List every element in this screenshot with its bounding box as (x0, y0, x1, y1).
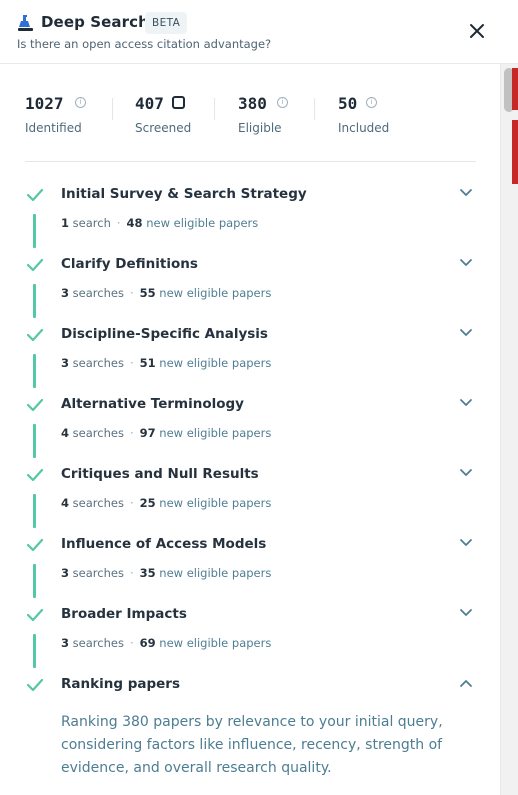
step-title: Broader Impacts (61, 606, 187, 622)
stat-label: Eligible (238, 121, 282, 135)
step-summary: 1 search · 48 new eligible papers (61, 216, 259, 230)
step-summary: 4 searches · 25 new eligible papers (61, 496, 272, 510)
deep-search-logo-icon (18, 15, 33, 31)
step-alternative-terminology[interactable]: Alternative Terminology 4 searches · 97 ne… (0, 396, 500, 468)
step-title: Clarify Definitions (61, 256, 198, 272)
check-icon (26, 538, 44, 552)
scroll-marker (512, 68, 518, 110)
check-icon (26, 468, 44, 482)
step-title: Alternative Terminology (61, 396, 244, 412)
chevron-down-icon[interactable] (459, 188, 473, 198)
stat-divider (314, 98, 315, 120)
stat-value: 380 (238, 94, 267, 113)
step-title: Critiques and Null Results (61, 466, 259, 482)
step-summary: 4 searches · 97 new eligible papers (61, 426, 272, 440)
progress-connector (33, 424, 36, 458)
step-title: Discipline-Specific Analysis (61, 326, 268, 342)
stat-divider (214, 98, 215, 120)
step-ranking-papers[interactable]: Ranking papers (0, 676, 500, 708)
step-initial-survey[interactable]: Initial Survey & Search Strategy 1 searc… (0, 186, 500, 258)
step-summary: 3 searches · 55 new eligible papers (61, 286, 272, 300)
progress-connector (33, 354, 36, 388)
stat-value: 1027 (25, 94, 64, 113)
stat-divider (112, 98, 113, 120)
progress-connector (33, 634, 36, 668)
step-clarify-definitions[interactable]: Clarify Definitions 3 searches · 55 new el… (0, 256, 500, 328)
section-divider (25, 161, 476, 162)
check-icon (26, 398, 44, 412)
stat-identified: 1027 i Identified (25, 94, 86, 135)
step-influence-access-models[interactable]: Influence of Access Models 3 searches · 35… (0, 536, 500, 608)
chevron-down-icon[interactable] (459, 328, 473, 338)
stat-label: Included (338, 121, 390, 135)
chevron-down-icon[interactable] (459, 538, 473, 548)
check-icon (26, 258, 44, 272)
stat-included: 50 i Included (338, 94, 389, 135)
scroll-marker (512, 120, 518, 184)
info-icon[interactable]: i (75, 97, 86, 108)
step-broader-impacts[interactable]: Broader Impacts 3 searches · 69 new eligib… (0, 606, 500, 678)
chevron-down-icon[interactable] (459, 468, 473, 478)
beta-badge: BETA (145, 12, 188, 34)
check-icon (26, 678, 44, 692)
stat-value: 50 (338, 94, 358, 113)
stat-value: 407 (135, 94, 164, 113)
check-icon (26, 328, 44, 342)
stat-eligible: 380 i Eligible (238, 94, 288, 135)
step-summary: 3 searches · 69 new eligible papers (61, 636, 272, 650)
step-summary: 3 searches · 35 new eligible papers (61, 566, 272, 580)
stat-label: Identified (25, 121, 82, 135)
step-title: Influence of Access Models (61, 536, 267, 552)
step-summary: 3 searches · 51 new eligible papers (61, 356, 272, 370)
step-title: Ranking papers (61, 676, 180, 692)
chevron-up-icon[interactable] (459, 678, 473, 688)
stat-label: Screened (135, 121, 192, 135)
check-icon (26, 188, 44, 202)
panel-header: Deep Search BETA Is there an open access… (0, 0, 518, 64)
panel-title: Deep Search (41, 13, 149, 31)
progress-connector (33, 564, 36, 598)
chevron-down-icon[interactable] (459, 398, 473, 408)
chevron-down-icon[interactable] (459, 258, 473, 268)
check-icon (26, 608, 44, 622)
progress-connector (33, 214, 36, 248)
info-icon[interactable]: i (366, 97, 377, 108)
search-query-subtitle: Is there an open access citation advanta… (17, 37, 272, 51)
ranking-description: Ranking 380 papers by relevance to your … (61, 714, 443, 776)
checkbox-icon[interactable] (172, 96, 185, 109)
step-title: Initial Survey & Search Strategy (61, 186, 307, 202)
step-critiques-null-results[interactable]: Critiques and Null Results 4 searches · 25… (0, 466, 500, 538)
deep-search-panel: Deep Search BETA Is there an open access… (0, 0, 518, 795)
progress-connector (33, 284, 36, 318)
progress-connector (33, 494, 36, 528)
info-icon[interactable]: i (277, 97, 288, 108)
stat-screened: 407 Screened (135, 94, 191, 135)
chevron-down-icon[interactable] (459, 608, 473, 618)
step-discipline-specific-analysis[interactable]: Discipline-Specific Analysis 3 searches ·… (0, 326, 500, 398)
close-icon[interactable] (464, 18, 490, 44)
